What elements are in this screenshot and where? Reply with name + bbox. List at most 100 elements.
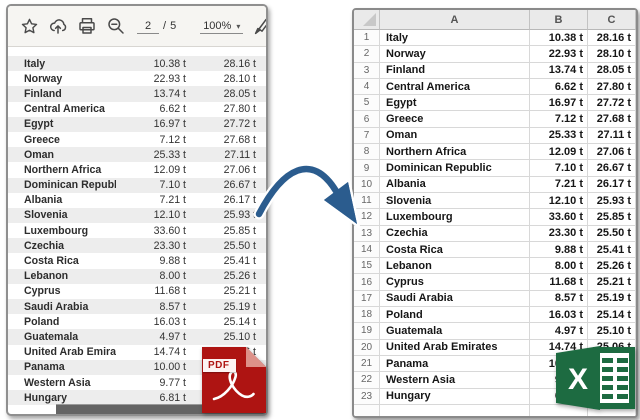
spreadsheet-cell[interactable]: 12.09 t xyxy=(530,144,588,160)
print-icon[interactable] xyxy=(77,15,97,37)
row-number[interactable]: 2 xyxy=(354,46,380,62)
cloud-upload-icon[interactable] xyxy=(48,15,68,37)
spreadsheet-cell[interactable]: Panama xyxy=(380,356,530,372)
spreadsheet-cell[interactable] xyxy=(354,405,380,418)
row-number[interactable]: 12 xyxy=(354,209,380,225)
row-number[interactable]: 7 xyxy=(354,128,380,144)
row-number[interactable]: 3 xyxy=(354,63,380,79)
spreadsheet-cell[interactable]: Italy xyxy=(380,30,530,46)
spreadsheet-cell[interactable] xyxy=(380,405,530,418)
spreadsheet-cell[interactable]: Western Asia xyxy=(380,372,530,388)
spreadsheet-cell[interactable]: 25.33 t xyxy=(530,128,588,144)
spreadsheet-cell[interactable]: Slovenia xyxy=(380,193,530,209)
spreadsheet-cell[interactable]: Luxembourg xyxy=(380,209,530,225)
spreadsheet-cell[interactable]: Lebanon xyxy=(380,258,530,274)
spreadsheet-cell[interactable]: 27.68 t xyxy=(588,111,636,127)
spreadsheet-cell[interactable]: 25.14 t xyxy=(588,307,636,323)
spreadsheet-cell[interactable]: 26.17 t xyxy=(588,177,636,193)
spreadsheet-cell[interactable]: 25.19 t xyxy=(588,291,636,307)
zoom-level-dropdown[interactable]: 100% ▾ xyxy=(200,18,243,34)
spreadsheet-cell[interactable]: 26.67 t xyxy=(588,160,636,176)
row-number[interactable]: 13 xyxy=(354,226,380,242)
star-icon[interactable] xyxy=(20,15,39,37)
spreadsheet-cell[interactable]: Finland xyxy=(380,63,530,79)
spreadsheet-cell[interactable]: Cyprus xyxy=(380,274,530,290)
row-number[interactable]: 22 xyxy=(354,372,380,388)
spreadsheet-cell[interactable]: 25.10 t xyxy=(588,323,636,339)
spreadsheet-cell[interactable]: 16.97 t xyxy=(530,95,588,111)
spreadsheet-cell[interactable]: United Arab Emirates xyxy=(380,340,530,356)
select-all-corner[interactable] xyxy=(354,10,380,30)
spreadsheet-cell[interactable]: Oman xyxy=(380,128,530,144)
spreadsheet-cell[interactable]: Dominican Republic xyxy=(380,160,530,176)
spreadsheet-cell[interactable]: 25.93 t xyxy=(588,193,636,209)
spreadsheet-cell[interactable]: 16.03 t xyxy=(530,307,588,323)
spreadsheet-cell[interactable]: 22.93 t xyxy=(530,46,588,62)
spreadsheet-cell[interactable]: 11.68 t xyxy=(530,274,588,290)
spreadsheet-cell[interactable]: 7.10 t xyxy=(530,160,588,176)
spreadsheet-cell[interactable]: Guatemala xyxy=(380,323,530,339)
spreadsheet-cell[interactable]: 6.62 t xyxy=(530,79,588,95)
spreadsheet-cell[interactable]: Costa Rica xyxy=(380,242,530,258)
spreadsheet-cell[interactable]: 25.85 t xyxy=(588,209,636,225)
spreadsheet-cell[interactable]: Greece xyxy=(380,111,530,127)
row-number[interactable]: 10 xyxy=(354,177,380,193)
spreadsheet-cell[interactable]: 12.10 t xyxy=(530,193,588,209)
row-number[interactable]: 8 xyxy=(354,144,380,160)
spreadsheet-cell[interactable]: 25.26 t xyxy=(588,258,636,274)
column-header-b[interactable]: B xyxy=(530,10,588,30)
spreadsheet-cell[interactable]: Poland xyxy=(380,307,530,323)
spreadsheet-cell[interactable]: Central America xyxy=(380,79,530,95)
column-header-c[interactable]: C xyxy=(588,10,636,30)
spreadsheet-cell[interactable]: Albania xyxy=(380,177,530,193)
row-number[interactable]: 21 xyxy=(354,356,380,372)
spreadsheet-cell[interactable]: 4.97 t xyxy=(530,323,588,339)
row-number[interactable]: 9 xyxy=(354,160,380,176)
spreadsheet-cell[interactable]: 23.30 t xyxy=(530,226,588,242)
spreadsheet-cell[interactable]: 9.88 t xyxy=(530,242,588,258)
spreadsheet-cell[interactable]: 28.16 t xyxy=(588,30,636,46)
spreadsheet-cell[interactable]: 25.21 t xyxy=(588,274,636,290)
row-number[interactable]: 5 xyxy=(354,95,380,111)
row-number[interactable]: 11 xyxy=(354,193,380,209)
spreadsheet-cell[interactable]: 25.50 t xyxy=(588,226,636,242)
fill-sign-pen-icon[interactable] xyxy=(252,15,268,37)
row-number[interactable]: 15 xyxy=(354,258,380,274)
spreadsheet-cell[interactable]: Egypt xyxy=(380,95,530,111)
row-number[interactable]: 1 xyxy=(354,30,380,46)
spreadsheet-cell[interactable]: Northern Africa xyxy=(380,144,530,160)
spreadsheet-cell[interactable]: Saudi Arabia xyxy=(380,291,530,307)
row-number[interactable]: 20 xyxy=(354,340,380,356)
spreadsheet-cell[interactable]: 27.06 t xyxy=(588,144,636,160)
spreadsheet-cell[interactable]: 33.60 t xyxy=(530,209,588,225)
row-number[interactable]: 6 xyxy=(354,111,380,127)
row-number[interactable]: 19 xyxy=(354,323,380,339)
spreadsheet-cell[interactable]: 7.21 t xyxy=(530,177,588,193)
spreadsheet-cell[interactable]: 10.38 t xyxy=(530,30,588,46)
spreadsheet-cell[interactable]: 28.10 t xyxy=(588,46,636,62)
spreadsheet-cell[interactable]: Hungary xyxy=(380,389,530,405)
row-number[interactable]: 4 xyxy=(354,79,380,95)
spreadsheet-cell[interactable]: 27.80 t xyxy=(588,79,636,95)
zoom-out-icon[interactable] xyxy=(106,15,126,37)
spreadsheet-cell[interactable]: 27.11 t xyxy=(588,128,636,144)
row-number[interactable]: 18 xyxy=(354,307,380,323)
spreadsheet-cell[interactable]: Czechia xyxy=(380,226,530,242)
spreadsheet-cell[interactable]: 27.72 t xyxy=(588,95,636,111)
row-number[interactable]: 16 xyxy=(354,274,380,290)
row-number[interactable]: 14 xyxy=(354,242,380,258)
spreadsheet-cell[interactable]: 25.41 t xyxy=(588,242,636,258)
spreadsheet-cell[interactable]: 8.57 t xyxy=(530,291,588,307)
row-number[interactable]: 17 xyxy=(354,291,380,307)
pdf-row-country: Central America xyxy=(24,103,116,115)
spreadsheet-cell[interactable]: 7.12 t xyxy=(530,111,588,127)
spreadsheet-cell[interactable]: 28.05 t xyxy=(588,63,636,79)
page-indicator: 2 / 5 xyxy=(137,18,176,34)
spreadsheet-cell[interactable]: 8.00 t xyxy=(530,258,588,274)
column-header-a[interactable]: A xyxy=(380,10,530,30)
page-number-input[interactable]: 2 xyxy=(137,18,159,34)
spreadsheet-cell[interactable]: Norway xyxy=(380,46,530,62)
pdf-row-country: Northern Africa xyxy=(24,164,116,176)
spreadsheet-cell[interactable]: 13.74 t xyxy=(530,63,588,79)
row-number[interactable]: 23 xyxy=(354,389,380,405)
